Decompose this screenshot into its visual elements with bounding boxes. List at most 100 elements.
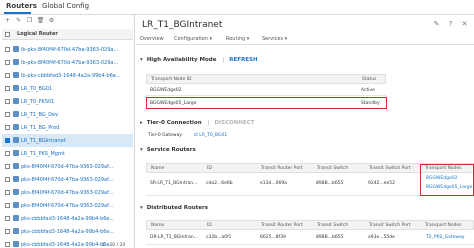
router-icon bbox=[13, 189, 19, 195]
dr-transport-node-link[interactable]: T2_PKS_Gateway bbox=[426, 235, 465, 240]
router-icon bbox=[13, 215, 19, 221]
dr-id: c32b...a0f1 bbox=[206, 235, 232, 240]
row-checkbox[interactable] bbox=[5, 125, 10, 130]
chevron-down-icon: ▾ bbox=[140, 57, 143, 63]
actions-icon[interactable]: ⚙ bbox=[47, 17, 56, 25]
transport-node-id: BGGWEdge02 bbox=[150, 88, 182, 93]
dr-transit-router-port: 6625...8f39 bbox=[260, 235, 286, 240]
tab-routing[interactable]: Routing ▾ bbox=[226, 36, 249, 42]
row-checkbox[interactable] bbox=[5, 138, 10, 143]
router-name[interactable]: lb-pks-8f40f4f-670d-47ba-9363-029a... bbox=[21, 47, 118, 53]
row-checkbox[interactable] bbox=[5, 151, 10, 156]
router-icon bbox=[13, 202, 19, 208]
top-tab-bar: Routers Global Config bbox=[0, 0, 474, 14]
router-icon bbox=[13, 85, 19, 91]
separator: | bbox=[207, 120, 210, 126]
pager-count: 1 - 20 / 20 bbox=[102, 243, 126, 248]
router-row[interactable]: lb-pks-cbbbfad3-1648-4a2a-99b4-b6e... bbox=[2, 69, 133, 82]
router-name[interactable]: LR_T1_BG_Prod bbox=[21, 125, 59, 131]
disconnect-link[interactable]: DISCONNECT bbox=[215, 120, 255, 126]
select-all-checkbox[interactable] bbox=[5, 32, 10, 37]
row-checkbox[interactable] bbox=[5, 164, 10, 169]
router-row[interactable]: LR_T1_BG_Dev bbox=[2, 108, 133, 121]
router-icon bbox=[13, 150, 19, 156]
row-checkbox[interactable] bbox=[5, 60, 10, 65]
router-name[interactable]: lb-pks-8f40f4f-670d-47ba-9363-029a... bbox=[21, 60, 118, 66]
router-row[interactable]: pks-cbbbfad3-1648-4a2a-99b4-b6e... bbox=[2, 212, 133, 225]
row-checkbox[interactable] bbox=[5, 73, 10, 78]
dr-name: DR-LR_T1_BGIntran... bbox=[150, 235, 198, 240]
router-row[interactable]: pks-8f40f4f-670d-47ba-9363-029af... bbox=[2, 160, 133, 173]
delete-icon[interactable]: 🗑 bbox=[36, 17, 45, 25]
router-name[interactable]: pks-8f40f4f-670d-47ba-9363-029af... bbox=[21, 177, 113, 183]
tier0-section[interactable]: ▸ Tier-0 Connection | DISCONNECT bbox=[140, 120, 255, 126]
tab-configuration[interactable]: Configuration ▾ bbox=[174, 36, 212, 42]
row-checkbox[interactable] bbox=[5, 47, 10, 52]
ha-mode-heading: High Availability Mode bbox=[146, 57, 217, 63]
router-name[interactable]: lb-pks-cbbbfad3-1648-4a2a-99b4-b6e... bbox=[21, 73, 121, 79]
tab-services[interactable]: Services ▾ bbox=[262, 36, 287, 42]
edit-icon[interactable]: ✎ bbox=[432, 20, 441, 29]
sr-transit-router-port: e13d...069a bbox=[260, 181, 287, 186]
tier0-gateway-link[interactable]: ⇄ LR_T0_BG01 bbox=[194, 133, 227, 138]
router-name[interactable]: LR_T1_BG_Dev bbox=[21, 112, 58, 118]
column-header-id: ID bbox=[207, 166, 212, 171]
router-name[interactable]: LR_T1_BGIntranet bbox=[21, 138, 66, 144]
router-row[interactable]: pks-8f40f4f-670d-47ba-9363-029af... bbox=[2, 173, 133, 186]
distributed-routers-section[interactable]: ▾ Distributed Routers bbox=[140, 205, 208, 211]
row-checkbox[interactable] bbox=[5, 229, 10, 234]
separator: | bbox=[222, 57, 225, 63]
dr-transit-switch-port: a93e...55de bbox=[368, 235, 395, 240]
router-icon bbox=[13, 46, 19, 52]
router-row[interactable]: lb-pks-8f40f4f-670d-47ba-9363-029a... bbox=[2, 43, 133, 56]
list-header: Logical Router bbox=[2, 29, 133, 40]
service-routers-section[interactable]: ▾ Service Routers bbox=[140, 147, 196, 153]
row-checkbox[interactable] bbox=[5, 177, 10, 182]
router-name[interactable]: LR_T0_PKS01 bbox=[21, 99, 54, 105]
tab-global-config[interactable]: Global Config bbox=[42, 2, 89, 10]
refresh-link[interactable]: REFRESH bbox=[229, 57, 257, 63]
sr-name: SR-LR_T1_BGIntran... bbox=[150, 181, 198, 186]
router-row[interactable]: pks-8f40f4f-670d-47ba-9363-029af... bbox=[2, 186, 133, 199]
router-row[interactable]: LR_T0_PKS01 bbox=[2, 95, 133, 108]
router-icon bbox=[13, 98, 19, 104]
edit-icon[interactable]: ✎ bbox=[14, 17, 23, 25]
router-name[interactable]: pks-8f40f4f-670d-47ba-9363-029af... bbox=[21, 203, 113, 209]
column-header-transit-switch: Transit Switch bbox=[317, 166, 349, 171]
chevron-right-icon: ▸ bbox=[140, 120, 143, 126]
row-checkbox[interactable] bbox=[5, 216, 10, 221]
tab-overview[interactable]: Overview bbox=[140, 36, 164, 42]
close-icon[interactable]: ✕ bbox=[460, 20, 469, 29]
router-row[interactable]: LR_T1_BG_Prod bbox=[2, 121, 133, 134]
router-row[interactable]: LR_T1_PKS_Mgmt bbox=[2, 147, 133, 160]
column-header-transit-router-port: Transit Router Port bbox=[261, 223, 303, 228]
router-name[interactable]: LR_T0_BG01 bbox=[21, 86, 52, 92]
router-name[interactable]: pks-cbbbfad3-1648-4a2a-99b4-b6e... bbox=[21, 216, 114, 222]
router-row-selected[interactable]: LR_T1_BGIntranet bbox=[2, 134, 133, 147]
router-name[interactable]: pks-8f40f4f-670d-47ba-9363-029af... bbox=[21, 164, 113, 170]
router-row[interactable]: pks-8f40f4f-670d-47ba-9363-029af... bbox=[2, 199, 133, 212]
detail-tabs: Overview Configuration ▾ Routing ▾ Servi… bbox=[136, 34, 474, 45]
row-checkbox[interactable] bbox=[5, 203, 10, 208]
router-row[interactable]: lb-pks-8f40f4f-670d-47ba-9363-029a... bbox=[2, 56, 133, 69]
dr-table-row: DR-LR_T1_BGIntran... c32b...a0f1 6625...… bbox=[146, 231, 474, 245]
row-checkbox[interactable] bbox=[5, 99, 10, 104]
router-row[interactable]: LR_T0_BG01 bbox=[2, 82, 133, 95]
copy-icon[interactable]: ❐ bbox=[25, 17, 34, 25]
router-name[interactable]: pks-cbbbfad3-1648-4a2a-99b4-b6e... bbox=[21, 229, 114, 235]
column-header-transport-node: Transport Node ID bbox=[151, 77, 192, 82]
list-footer: 1 - 20 / 20 bbox=[2, 237, 133, 248]
ha-mode-section[interactable]: ▾ High Availability Mode | REFRESH bbox=[140, 57, 258, 63]
router-name[interactable]: LR_T1_PKS_Mgmt bbox=[21, 151, 65, 157]
row-checkbox[interactable] bbox=[5, 86, 10, 91]
row-checkbox[interactable] bbox=[5, 190, 10, 195]
router-icon bbox=[13, 124, 19, 130]
help-icon[interactable]: ? bbox=[446, 20, 455, 29]
router-name[interactable]: pks-8f40f4f-670d-47ba-9363-029af... bbox=[21, 190, 113, 196]
dr-transit-switch: 898B...b655 bbox=[316, 235, 344, 240]
tab-routers[interactable]: Routers bbox=[6, 2, 37, 10]
row-checkbox[interactable] bbox=[5, 112, 10, 117]
add-icon[interactable]: + bbox=[3, 17, 12, 25]
column-header-transit-switch-port: Transit Switch Port bbox=[369, 166, 411, 171]
ha-status: Active bbox=[361, 88, 375, 93]
